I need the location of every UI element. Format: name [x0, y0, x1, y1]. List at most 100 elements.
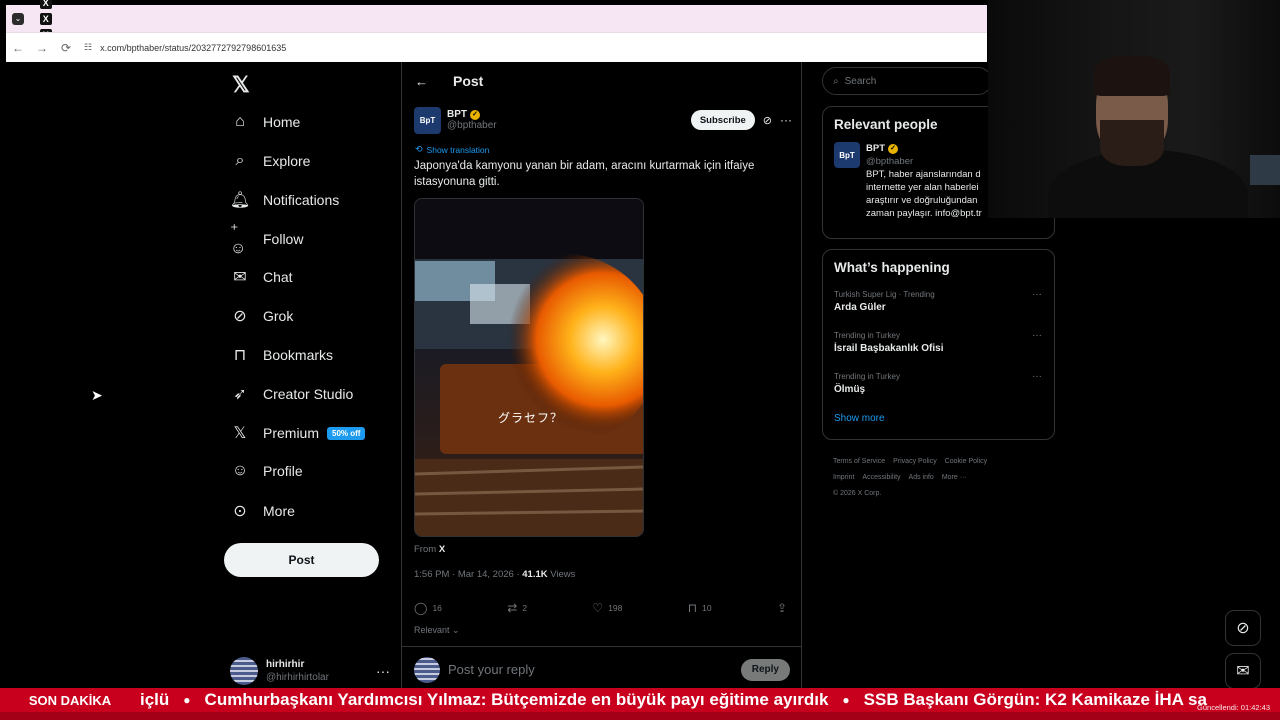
forward-button[interactable]: →	[30, 36, 54, 60]
from-label: From	[414, 544, 437, 555]
nav-item-label: Notifications	[263, 192, 340, 208]
footer-link[interactable]: Cookie Policy	[945, 458, 987, 465]
news-ticker: içlü ● Cumhurbaşkanı Yardımcısı Yılmaz: Bü…	[0, 688, 1280, 720]
author-avatar[interactable]: BpT	[414, 106, 441, 134]
post-video[interactable]: グラセフ？	[414, 198, 644, 537]
share-action[interactable]: ⇪	[777, 601, 792, 615]
footer-link[interactable]: Privacy Policy	[893, 458, 937, 465]
like-action[interactable]: ♡ 198	[592, 601, 622, 615]
footer-link[interactable]: Terms of Service	[833, 458, 885, 465]
repost-count: 2	[522, 603, 528, 613]
author-handle[interactable]: @bpthaber	[447, 120, 497, 131]
more-dots-icon[interactable]: ···	[1032, 289, 1042, 300]
nav-item-chat[interactable]: ✉ Chat	[230, 262, 293, 292]
person-name[interactable]: BPT	[866, 142, 885, 155]
messages-fab-button[interactable]: ✉	[1225, 653, 1261, 689]
add-person-icon: ⁺☺	[230, 222, 247, 257]
x-logo-icon[interactable]: 𝕏	[232, 72, 250, 98]
account-switcher[interactable]: hirhirhir @hirhirhirtolar ···	[230, 653, 390, 689]
x-icon: 𝕏	[233, 425, 247, 442]
address-bar[interactable]: ☷ x.com/bpthaber/status/2032772792798601…	[84, 42, 286, 53]
person-handle[interactable]: @bpthaber	[866, 155, 996, 168]
repost-icon: ⇄	[507, 601, 518, 615]
back-arrow-icon[interactable]: ←	[415, 74, 431, 89]
nav-item-premium[interactable]: 𝕏 Premium 50% off	[230, 418, 366, 448]
reply-sort-dropdown[interactable]: Relevant ⌄	[414, 625, 460, 636]
nav-item-home[interactable]: ⌂ Home	[230, 107, 300, 137]
nav-item-label: More	[263, 503, 295, 519]
person-avatar[interactable]: BpT	[834, 142, 860, 168]
grok-icon[interactable]: ⊘	[763, 114, 772, 127]
tab[interactable]: X	[36, 0, 56, 11]
repost-action[interactable]: ⇄ 2	[507, 601, 527, 615]
post-metadata: 1:56 PM · Mar 14, 2026 · 41.1K Views	[414, 569, 575, 580]
post-button[interactable]: Post	[224, 543, 379, 577]
author-name[interactable]: BPT	[447, 109, 467, 120]
like-count: 198	[608, 603, 623, 613]
footer-link[interactable]: Ads info	[909, 474, 934, 481]
tab[interactable]: X	[36, 11, 56, 27]
nav-item-explore[interactable]: ⌕ Explore	[230, 146, 311, 176]
search-input[interactable]: ⌕ Search	[822, 67, 992, 95]
avatar	[230, 657, 258, 685]
home-icon: ⌂	[235, 113, 245, 130]
ticker-strip	[0, 712, 1280, 720]
video-caption: グラセフ？	[498, 411, 564, 425]
footer-link[interactable]: Accessibility	[862, 474, 900, 481]
nav-item-grok[interactable]: ⊘ Grok	[230, 301, 293, 331]
search-placeholder: Search	[844, 75, 877, 87]
verified-badge-icon: ✓	[888, 143, 898, 154]
trend-item[interactable]: Turkish Super Lig · Trending Arda Güler ··…	[823, 285, 1054, 326]
ticker-headline: SSB Başkanı Görgün: K2 Kamikaze İHA sa	[863, 690, 1207, 709]
trend-item[interactable]: Trending in Turkey İsrail Başbakanlık Ofi…	[823, 326, 1054, 367]
post-author: BpT BPT ✓ @bpthaber Subscribe ⊘ ···	[414, 105, 792, 135]
subscribe-button[interactable]: Subscribe	[690, 110, 755, 130]
nav-item-creator-studio[interactable]: ➶ Creator Studio	[230, 379, 353, 409]
reply-action[interactable]: ◯ 16	[414, 601, 442, 615]
from-source[interactable]: X	[439, 544, 445, 555]
browser-window: ⌄ XX✕XXXXXXXXXXXXXXXXXXXXXXXXXXXXXXXXXXX…	[6, 0, 987, 329]
footer-link[interactable]: Imprint	[833, 474, 854, 481]
nav-item-label: Premium	[263, 425, 320, 441]
whats-happening-title: What’s happening	[834, 260, 950, 275]
reply-input[interactable]: Post your reply	[448, 662, 535, 677]
reply-button[interactable]: Reply	[740, 658, 790, 681]
nav-item-follow[interactable]: ⁺☺ Follow	[230, 222, 304, 257]
more-dots-icon[interactable]: ···	[1032, 330, 1042, 341]
more-dots-icon[interactable]: ···	[780, 113, 792, 127]
footer-link[interactable]: More ···	[942, 474, 967, 481]
tab-search-button[interactable]: ⌄	[12, 12, 24, 25]
person-bio: BPT, haber ajanslarından d internette ye…	[866, 169, 982, 219]
nav-item-more[interactable]: ⊙ More	[230, 496, 295, 526]
grok-icon: ⊘	[233, 308, 247, 325]
ticker-separator-icon: ●	[842, 693, 850, 707]
nav-item-label: Home	[263, 114, 301, 130]
ticker-headline: Cumhurbaşkanı Yardımcısı Yılmaz: Bütçemi…	[204, 690, 829, 709]
post-text: Japonya'da kamyonu yanan bir adam, aracı…	[414, 160, 755, 188]
back-button[interactable]: ←	[6, 36, 30, 60]
source-label: From X	[414, 544, 445, 555]
person-hair	[1094, 56, 1170, 96]
more-dots-icon[interactable]: ···	[376, 663, 390, 679]
grok-fab-button[interactable]: ⊘	[1225, 610, 1261, 646]
post-timestamp[interactable]: 1:56 PM · Mar 14, 2026 ·	[414, 569, 522, 580]
show-more-link[interactable]: Show more	[823, 408, 1054, 424]
trend-item[interactable]: Trending in Turkey Ölmüş ···	[823, 367, 1054, 408]
site-info-icon[interactable]: ☷	[84, 42, 92, 53]
footer-row: Imprint Accessibility Ads info More ···	[833, 470, 1053, 486]
show-translation-link[interactable]: ⟲ Show translation	[415, 144, 489, 155]
bookmark-action[interactable]: ⊓ 10	[688, 601, 712, 615]
reload-button[interactable]: ⟳	[54, 36, 78, 60]
trend-name: Ölmüş	[834, 384, 866, 395]
views-count: 41.1K	[522, 569, 548, 580]
whats-happening-card: What’s happening Turkish Super Lig · Tre…	[822, 249, 1055, 440]
nav-item-notifications[interactable]: 🔔︎ Notifications	[230, 185, 339, 215]
page-title: Post	[453, 73, 484, 89]
nav-item-bookmarks[interactable]: ⊓ Bookmarks	[230, 340, 333, 370]
more-circle-icon: ⊙	[233, 503, 247, 520]
nav-item-profile[interactable]: ☺ Profile	[230, 456, 303, 486]
nav-item-label: Chat	[263, 269, 293, 285]
more-dots-icon[interactable]: ···	[1032, 371, 1042, 382]
bell-icon: 🔔︎	[229, 192, 251, 209]
nav-item-label: Follow	[263, 231, 304, 247]
